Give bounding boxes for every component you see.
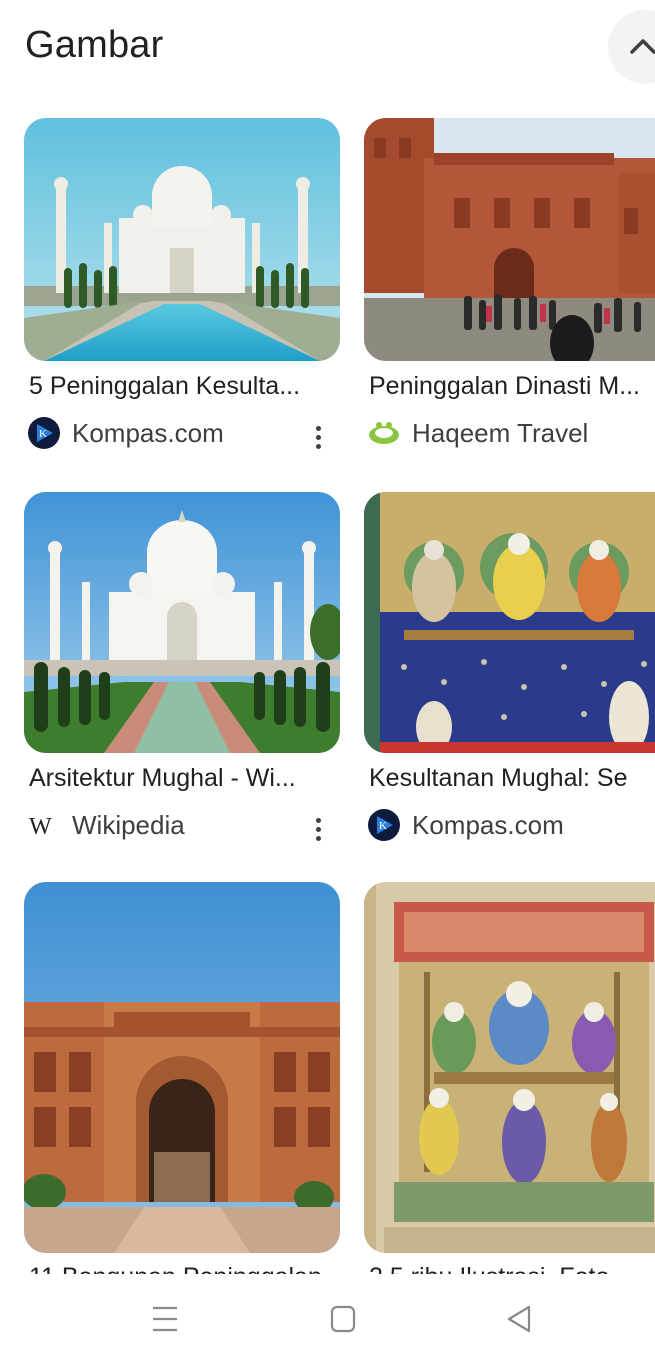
- result-thumbnail[interactable]: [364, 118, 655, 361]
- kompas-logo-icon: K: [28, 417, 60, 449]
- wikipedia-logo-icon: W: [28, 809, 60, 841]
- chevron-up-icon: [630, 39, 655, 54]
- back-icon[interactable]: [506, 1304, 532, 1339]
- result-thumbnail[interactable]: [24, 492, 340, 753]
- svg-text:K: K: [39, 428, 47, 440]
- svg-text:W: W: [29, 814, 52, 840]
- result-thumbnail[interactable]: [364, 492, 655, 753]
- result-source: W Wikipedia: [28, 809, 185, 841]
- system-navigation-bar: [0, 1274, 655, 1363]
- result-thumbnail[interactable]: [24, 882, 340, 1253]
- result-title[interactable]: Peninggalan Dinasti M...: [369, 372, 655, 401]
- result-thumbnail[interactable]: [24, 118, 340, 361]
- result-title[interactable]: 5 Peninggalan Kesulta...: [29, 372, 337, 401]
- image-result-card[interactable]: Arsitektur Mughal - Wi... W Wikipedia: [24, 492, 344, 842]
- collapse-button[interactable]: [608, 10, 655, 84]
- result-source: K Kompas.com: [368, 808, 564, 842]
- result-title[interactable]: Kesultanan Mughal: Se: [369, 764, 655, 793]
- recent-apps-icon[interactable]: [152, 1304, 178, 1339]
- kompas-logo-icon: K: [368, 809, 400, 841]
- image-result-card[interactable]: 11 Bangunan Peninggalan: [24, 882, 344, 1291]
- image-result-card[interactable]: Kesultanan Mughal: Se K Kompas.com: [364, 492, 655, 842]
- image-result-card[interactable]: 5 Peninggalan Kesulta... K Kompas.com: [24, 118, 344, 458]
- result-source: Haqeem Travel: [368, 416, 588, 450]
- result-title[interactable]: Arsitektur Mughal - Wi...: [29, 764, 337, 793]
- more-options-icon[interactable]: [308, 811, 328, 847]
- images-section-title: Gambar: [25, 24, 164, 66]
- image-result-card[interactable]: Peninggalan Dinasti M... Haqeem Travel: [364, 118, 655, 458]
- result-source: K Kompas.com: [28, 416, 224, 450]
- home-icon[interactable]: [330, 1304, 356, 1339]
- more-options-icon[interactable]: [308, 419, 328, 455]
- haqeem-logo-icon: [368, 417, 400, 449]
- image-result-card[interactable]: 2,5 ribu Ilustrasi, Foto: [364, 882, 655, 1291]
- result-thumbnail[interactable]: [364, 882, 655, 1253]
- svg-text:K: K: [379, 820, 387, 832]
